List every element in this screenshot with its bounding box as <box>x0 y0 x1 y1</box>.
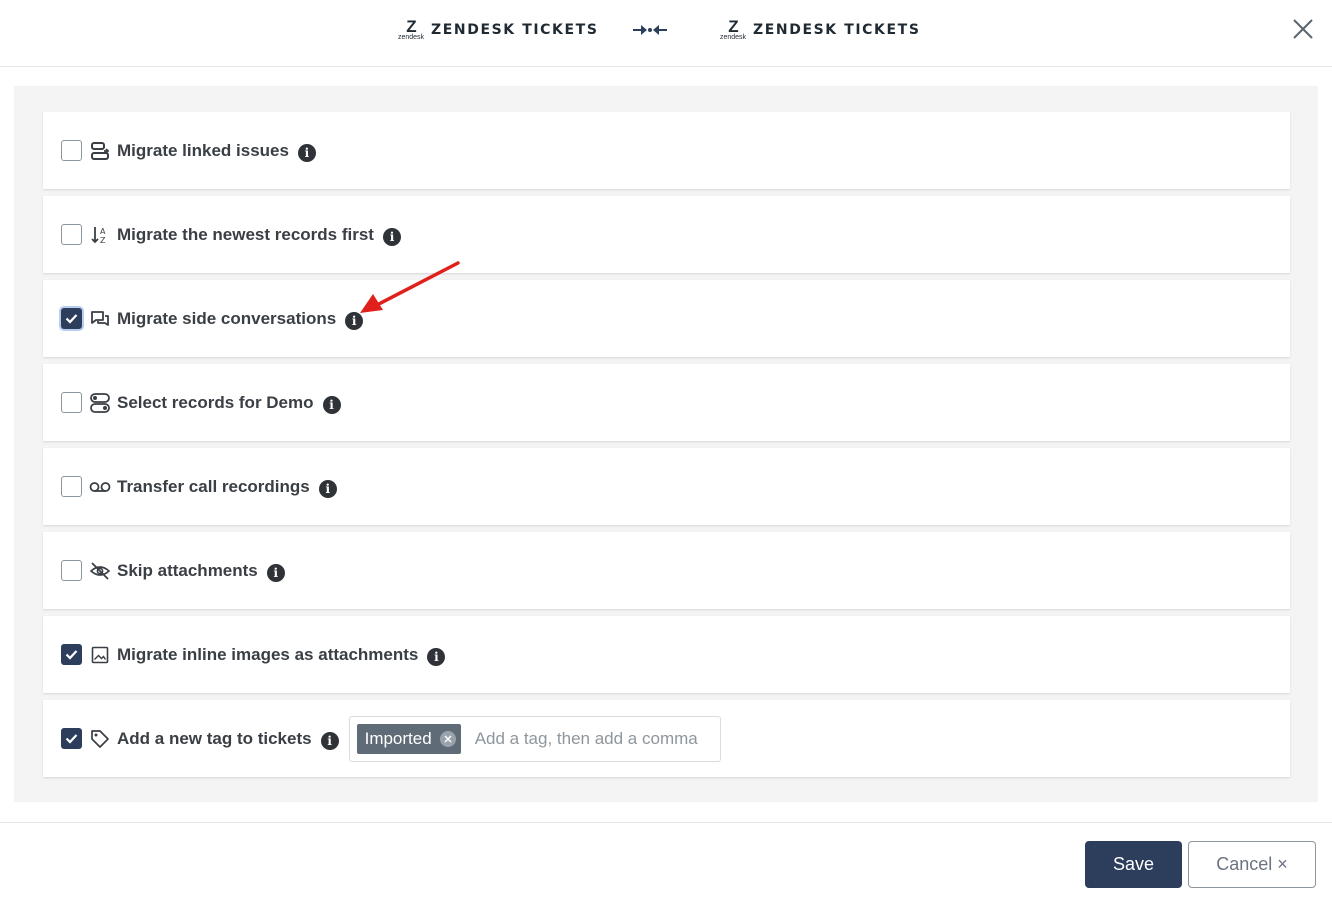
image-icon <box>89 644 111 666</box>
option-label: Add a new tag to tickets <box>117 728 312 748</box>
linked-issues-icon <box>89 140 111 162</box>
source-title: ZENDESK TICKETS <box>431 22 599 38</box>
checkbox[interactable] <box>61 644 82 665</box>
checkbox[interactable] <box>61 308 82 329</box>
sort-icon: AZ <box>89 224 111 246</box>
tag-text-field[interactable] <box>474 728 705 749</box>
tag-input[interactable]: Imported <box>348 715 721 762</box>
option-label: Migrate side conversations <box>117 308 337 328</box>
info-icon[interactable]: i <box>318 480 337 498</box>
info-icon[interactable]: i <box>427 648 446 666</box>
merge-arrows-icon <box>633 25 667 35</box>
save-button[interactable]: Save <box>1085 841 1182 888</box>
modal-header: Z zendesk ZENDESK TICKETS Z zendesk ZEND… <box>0 0 1332 67</box>
option-newest-records-first: AZ Migrate the newest records first i <box>43 196 1290 273</box>
remove-tag-icon[interactable] <box>439 730 456 747</box>
close-icon[interactable] <box>1290 16 1316 42</box>
option-label: Transfer call recordings <box>117 476 310 496</box>
checkbox[interactable] <box>61 560 82 581</box>
option-label: Select records for Demo <box>117 392 314 412</box>
info-icon[interactable]: i <box>266 564 285 582</box>
zendesk-logo: Z zendesk <box>719 16 747 41</box>
option-label: Migrate linked issues <box>117 140 289 160</box>
conversations-icon <box>89 308 111 330</box>
checkbox[interactable] <box>61 476 82 497</box>
checkbox[interactable] <box>61 392 82 413</box>
records-toggle-icon <box>89 392 111 414</box>
source-brand: Z zendesk ZENDESK TICKETS <box>394 16 599 44</box>
option-inline-images: Migrate inline images as attachments i <box>43 616 1290 693</box>
tag-chip: Imported <box>356 723 461 754</box>
option-side-conversations: Migrate side conversations i <box>43 280 1290 357</box>
option-migrate-linked-issues: Migrate linked issues i <box>43 112 1290 189</box>
target-title: ZENDESK TICKETS <box>753 22 921 38</box>
info-icon[interactable]: i <box>297 144 316 162</box>
option-call-recordings: Transfer call recordings i <box>43 448 1290 525</box>
options-panel <box>14 86 1318 802</box>
voicemail-icon <box>89 476 111 498</box>
option-add-tag: Add a new tag to tickets i Imported <box>43 700 1290 777</box>
info-icon[interactable]: i <box>320 732 339 750</box>
info-icon[interactable]: i <box>345 312 364 330</box>
hidden-eye-icon <box>89 560 111 582</box>
cancel-button[interactable]: Cancel × <box>1188 841 1316 888</box>
info-icon[interactable]: i <box>382 228 401 246</box>
option-label: Migrate the newest records first <box>117 224 374 244</box>
checkbox[interactable] <box>61 224 82 245</box>
tag-chip-label: Imported <box>364 728 432 748</box>
checkbox[interactable] <box>61 140 82 161</box>
option-skip-attachments: Skip attachments i <box>43 532 1290 609</box>
svg-text:Z: Z <box>100 236 106 245</box>
svg-text:A: A <box>100 227 106 236</box>
tag-icon <box>89 728 111 750</box>
zendesk-logo: Z zendesk <box>397 16 425 41</box>
info-icon[interactable]: i <box>322 396 341 414</box>
option-label: Skip attachments <box>117 560 258 580</box>
checkbox[interactable] <box>61 728 82 749</box>
option-label: Migrate inline images as attachments <box>117 644 419 664</box>
footer-divider <box>0 822 1332 823</box>
target-brand: Z zendesk ZENDESK TICKETS <box>716 16 921 44</box>
option-select-records-demo: Select records for Demo i <box>43 364 1290 441</box>
